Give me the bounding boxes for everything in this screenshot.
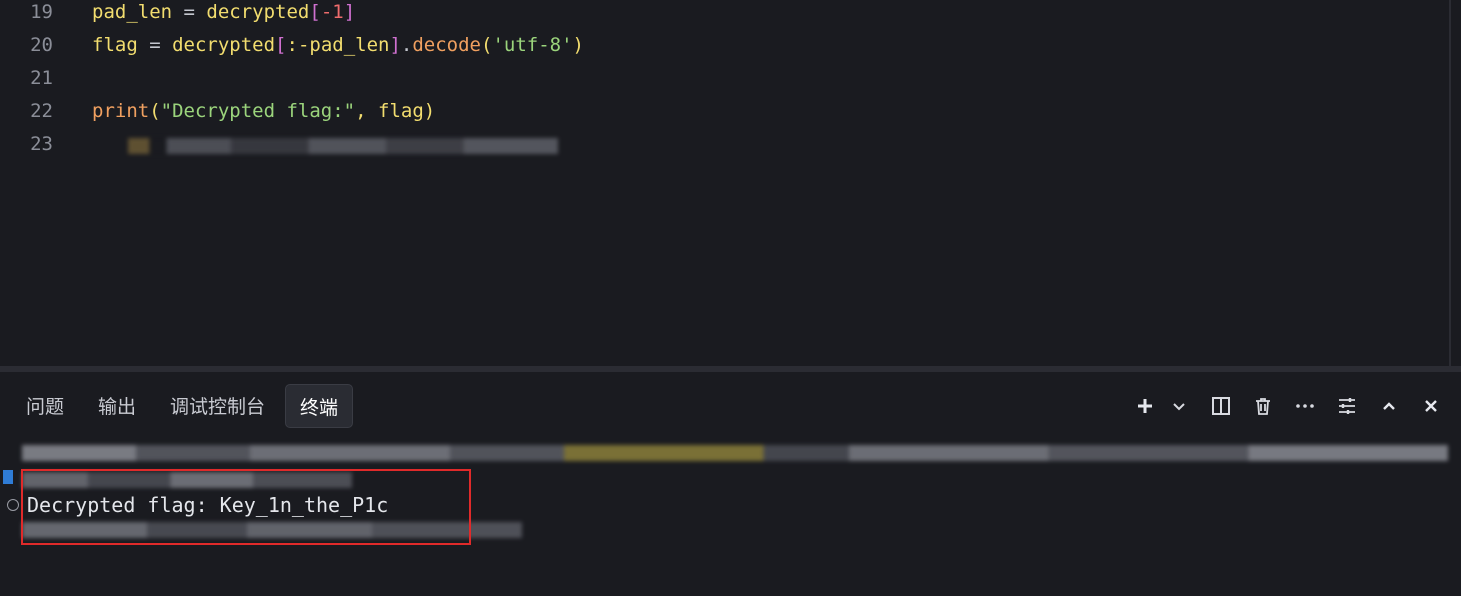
code-line-23[interactable]: 23 [0, 132, 1440, 165]
bottom-panel: 问题 输出 调试控制台 终端 Decrypted flag: Key_1n_th… [0, 372, 1461, 596]
redacted-ghost-text [128, 138, 558, 154]
code-text: print("Decrypted flag:", flag) [92, 100, 436, 122]
line-number: 19 [30, 1, 53, 23]
line-number: 23 [30, 133, 53, 155]
command-marker [3, 470, 13, 484]
line-number: 22 [30, 100, 53, 122]
code-line-20[interactable]: 20 flag = decrypted[:-pad_len].decode('u… [0, 33, 1440, 66]
split-terminal-icon[interactable] [1207, 392, 1235, 420]
code-text: flag = decrypted[:-pad_len].decode('utf-… [92, 34, 584, 56]
code-line-22[interactable]: 22 print("Decrypted flag:", flag) [0, 99, 1440, 132]
panel-actions [1131, 392, 1445, 420]
settings-sliders-icon[interactable] [1333, 392, 1361, 420]
panel-tabs: 问题 输出 调试控制台 终端 [12, 384, 354, 428]
more-icon[interactable] [1291, 392, 1319, 420]
tab-problems[interactable]: 问题 [12, 384, 78, 426]
highlight-box [21, 469, 471, 545]
chevron-down-icon[interactable] [1165, 392, 1193, 420]
redacted-terminal-line [22, 445, 1448, 461]
editor-scrollbar[interactable] [1449, 0, 1451, 366]
new-terminal-icon[interactable] [1131, 392, 1159, 420]
tab-output[interactable]: 输出 [84, 384, 150, 426]
code-text: pad_len = decrypted[-1] [92, 1, 356, 23]
code-line-19[interactable]: 19 pad_len = decrypted[-1] [0, 0, 1440, 33]
command-status-icon [7, 499, 19, 511]
tab-terminal[interactable]: 终端 [285, 384, 354, 428]
code-line-21[interactable]: 21 [0, 66, 1440, 99]
close-panel-icon[interactable] [1417, 392, 1445, 420]
tab-debug-console[interactable]: 调试控制台 [156, 384, 279, 426]
line-number: 20 [30, 34, 53, 56]
trash-icon[interactable] [1249, 392, 1277, 420]
line-number: 21 [30, 67, 53, 89]
code-editor[interactable]: 19 pad_len = decrypted[-1] 20 flag = dec… [0, 0, 1461, 366]
maximize-panel-icon[interactable] [1375, 392, 1403, 420]
